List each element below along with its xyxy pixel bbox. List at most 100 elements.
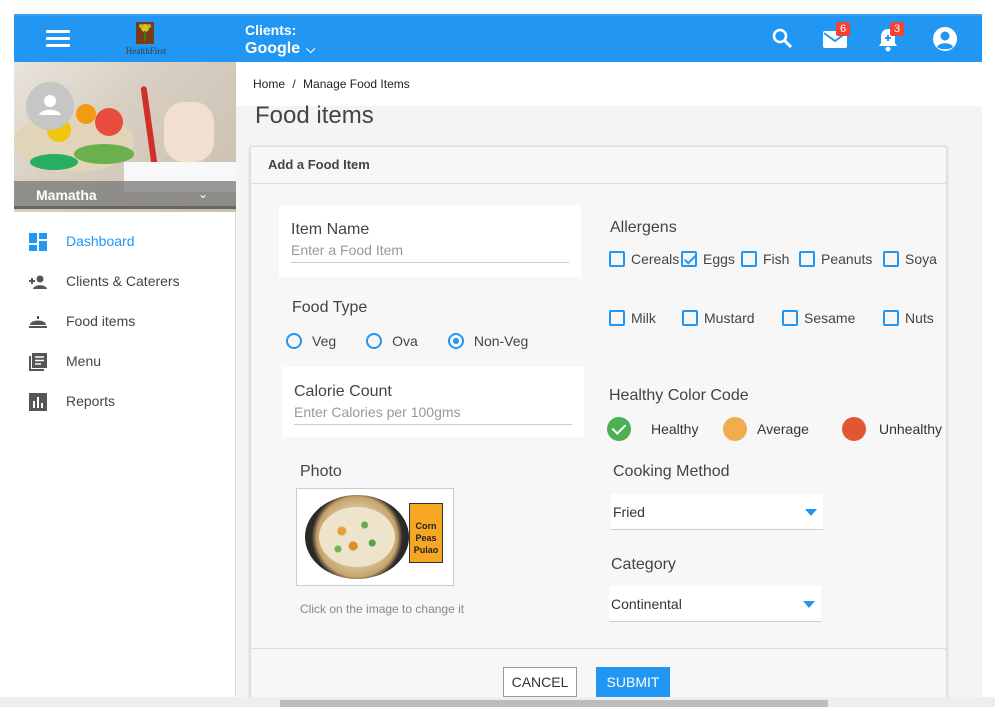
checkbox-box bbox=[682, 310, 698, 326]
cloche-icon bbox=[29, 316, 47, 328]
photo-label: Photo bbox=[300, 463, 342, 480]
photo-tag: Corn Peas Pulao bbox=[409, 503, 443, 563]
color-code-label-text: Unhealthy bbox=[879, 421, 943, 437]
checkbox-label: Milk bbox=[631, 310, 656, 326]
sidebar: Mamatha ⌄ Dashboard Clients & Caterers F… bbox=[14, 62, 236, 707]
radio-circle bbox=[366, 333, 383, 349]
food-type-ova-radio[interactable]: Ova bbox=[366, 333, 418, 349]
top-app-bar: HealthFirst Clients: Google ⌵ 6 3 bbox=[14, 14, 982, 62]
breadcrumb-separator: / bbox=[292, 77, 296, 91]
checkbox-box-checked bbox=[681, 251, 697, 267]
person-add-icon bbox=[29, 275, 47, 289]
checkbox-label: Peanuts bbox=[821, 251, 873, 267]
sidebar-item-clients-caterers[interactable]: Clients & Caterers bbox=[14, 262, 236, 302]
sidebar-item-dashboard[interactable]: Dashboard bbox=[14, 222, 236, 262]
breadcrumb-bar: Home / Manage Food Items bbox=[236, 62, 982, 106]
photo-tag-line: Pulao bbox=[413, 545, 439, 555]
sidebar-item-menu[interactable]: Menu bbox=[14, 342, 236, 382]
account-circle-icon[interactable] bbox=[932, 26, 960, 54]
allergen-soya-checkbox[interactable]: Soya bbox=[883, 251, 937, 267]
checkbox-box bbox=[609, 310, 625, 326]
sidebar-item-label: Food items bbox=[66, 313, 136, 329]
healthy-check-icon bbox=[607, 417, 631, 441]
hamburger-menu-icon[interactable] bbox=[46, 30, 70, 48]
page-title: Food items bbox=[255, 102, 374, 129]
mail-icon[interactable]: 6 bbox=[822, 22, 850, 54]
item-name-input[interactable] bbox=[291, 239, 569, 263]
food-type-non-veg-radio[interactable]: Non-Veg bbox=[447, 333, 528, 349]
horizontal-scrollbar-thumb[interactable] bbox=[280, 700, 828, 707]
unhealthy-dot-icon bbox=[842, 417, 866, 441]
client-selector-value: Google bbox=[245, 40, 301, 57]
notification-count-badge: 3 bbox=[890, 22, 904, 36]
photo-tag-line: Corn bbox=[415, 521, 437, 531]
color-code-label: Healthy Color Code bbox=[609, 387, 749, 404]
brand-logo[interactable]: HealthFirst bbox=[112, 20, 180, 60]
sidebar-nav: Dashboard Clients & Caterers Food items … bbox=[14, 222, 236, 422]
allergen-mustard-checkbox[interactable]: Mustard bbox=[682, 310, 755, 326]
cancel-button[interactable]: CANCEL bbox=[503, 667, 577, 697]
calorie-count-input[interactable] bbox=[294, 401, 572, 425]
card-title: Add a Food Item bbox=[251, 147, 946, 184]
breadcrumb-current: Manage Food Items bbox=[303, 77, 410, 91]
cooking-method-select[interactable]: Fried bbox=[611, 494, 823, 530]
dropdown-arrow-icon bbox=[803, 601, 815, 608]
allergen-peanuts-checkbox[interactable]: Peanuts bbox=[799, 251, 872, 267]
profile-dropdown[interactable]: Mamatha ⌄ bbox=[14, 181, 236, 209]
average-dot-icon bbox=[723, 417, 747, 441]
breadcrumb-home-link[interactable]: Home bbox=[253, 77, 285, 91]
cooking-method-value: Fried bbox=[613, 504, 645, 520]
search-icon[interactable] bbox=[770, 26, 798, 54]
color-code-healthy[interactable]: Healthy bbox=[607, 417, 698, 441]
checkbox-label: Sesame bbox=[804, 310, 856, 326]
photo-tag-line: Peas bbox=[415, 533, 437, 543]
checkbox-box bbox=[883, 310, 899, 326]
checkbox-box bbox=[883, 251, 899, 267]
client-label: Clients: bbox=[245, 22, 297, 38]
submit-button[interactable]: SUBMIT bbox=[596, 667, 670, 697]
allergen-nuts-checkbox[interactable]: Nuts bbox=[883, 310, 934, 326]
allergen-eggs-checkbox[interactable]: Eggs bbox=[681, 251, 735, 267]
allergen-fish-checkbox[interactable]: Fish bbox=[741, 251, 789, 267]
notification-bell-icon[interactable]: 3 bbox=[876, 22, 904, 54]
card-footer-divider bbox=[250, 648, 947, 649]
color-code-average[interactable]: Average bbox=[723, 417, 809, 441]
calorie-count-field: Calorie Count bbox=[282, 367, 584, 437]
breadcrumb: Home / Manage Food Items bbox=[253, 77, 410, 91]
chevron-down-icon: ⌵ bbox=[306, 42, 316, 56]
food-type-veg-radio[interactable]: Veg bbox=[286, 333, 336, 349]
checkbox-label: Nuts bbox=[905, 310, 934, 326]
checkbox-label: Soya bbox=[905, 251, 937, 267]
category-value: Continental bbox=[611, 596, 682, 612]
sidebar-item-label: Clients & Caterers bbox=[66, 273, 180, 289]
client-selector[interactable]: Google ⌵ bbox=[245, 40, 315, 58]
radio-circle bbox=[286, 333, 302, 349]
food-type-radio-group: Veg Ova Non-Veg bbox=[286, 333, 558, 349]
sidebar-item-reports[interactable]: Reports bbox=[14, 382, 236, 422]
avatar[interactable] bbox=[26, 82, 74, 130]
food-photo-image: Corn Peas Pulao bbox=[303, 495, 447, 579]
allergen-sesame-checkbox[interactable]: Sesame bbox=[782, 310, 855, 326]
allergens-label: Allergens bbox=[610, 219, 677, 236]
sidebar-item-food-items[interactable]: Food items bbox=[14, 302, 236, 342]
menu-list-icon bbox=[29, 353, 47, 371]
category-select[interactable]: Continental bbox=[609, 586, 821, 622]
profile-banner: Mamatha ⌄ bbox=[14, 62, 236, 212]
dropdown-arrow-icon bbox=[805, 509, 817, 516]
allergen-milk-checkbox[interactable]: Milk bbox=[609, 310, 656, 326]
radio-circle-checked bbox=[447, 333, 464, 349]
color-code-unhealthy[interactable]: Unhealthy bbox=[842, 417, 942, 441]
checkbox-box bbox=[609, 251, 625, 267]
radio-label: Veg bbox=[312, 333, 337, 349]
allergen-cereals-checkbox[interactable]: Cereals bbox=[609, 251, 679, 267]
checkbox-label: Fish bbox=[763, 251, 790, 267]
color-code-label-text: Average bbox=[757, 421, 809, 437]
mail-count-badge: 6 bbox=[836, 22, 850, 36]
checkbox-label: Cereals bbox=[631, 251, 680, 267]
checkbox-label: Mustard bbox=[704, 310, 755, 326]
chevron-down-icon: ⌄ bbox=[197, 187, 208, 201]
sidebar-item-label: Reports bbox=[66, 393, 116, 409]
food-photo[interactable]: Corn Peas Pulao bbox=[296, 488, 454, 586]
radio-label: Ova bbox=[392, 333, 418, 349]
item-name-label: Item Name bbox=[291, 221, 370, 238]
